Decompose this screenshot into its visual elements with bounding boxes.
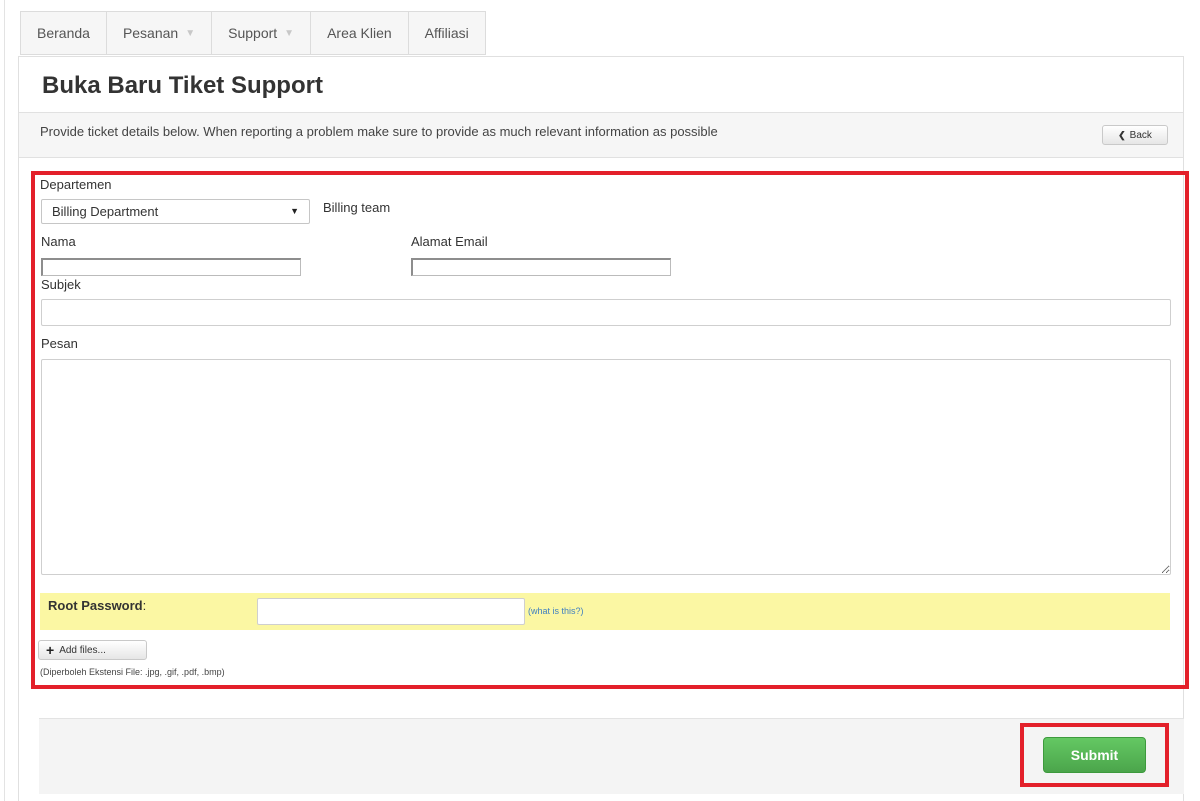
root-password-label: Root Password:: [48, 598, 146, 613]
add-files-button[interactable]: + Add files...: [38, 640, 147, 660]
caret-down-icon: ▼: [284, 27, 295, 39]
root-password-label-text: Root Password: [48, 598, 143, 613]
nav-item-pesanan[interactable]: Pesanan ▼: [105, 11, 213, 55]
add-files-label: Add files...: [59, 644, 106, 656]
name-input[interactable]: [41, 258, 301, 276]
root-password-label-colon: :: [142, 598, 147, 613]
department-selected-value: Billing Department: [52, 204, 159, 219]
form-footer: [39, 718, 1184, 794]
name-label: Nama: [41, 234, 76, 249]
nav-item-beranda[interactable]: Beranda: [20, 11, 107, 55]
top-nav: Beranda Pesanan ▼ Support ▼ Area Klien A…: [20, 11, 486, 55]
chevron-down-icon: ▼: [290, 206, 299, 216]
message-label: Pesan: [41, 336, 78, 351]
page-left-border: [4, 0, 5, 801]
back-button[interactable]: ❮ Back: [1102, 125, 1168, 145]
what-is-this-link[interactable]: (what is this?): [528, 606, 584, 616]
chevron-left-icon: ❮: [1118, 129, 1126, 140]
nav-item-label: Affiliasi: [424, 25, 469, 41]
submit-button[interactable]: Submit: [1043, 737, 1146, 773]
subject-label: Subjek: [41, 277, 81, 292]
department-select[interactable]: Billing Department ▼: [41, 199, 310, 224]
nav-item-area-klien[interactable]: Area Klien: [310, 11, 409, 55]
back-button-label: Back: [1129, 129, 1152, 141]
info-text: Provide ticket details below. When repor…: [40, 124, 718, 139]
nav-item-label: Beranda: [37, 25, 90, 41]
page-title: Buka Baru Tiket Support: [42, 72, 323, 99]
department-label: Departemen: [40, 177, 112, 192]
allowed-extensions-note: (Diperboleh Ekstensi File: .jpg, .gif, .…: [40, 667, 225, 677]
plus-icon: +: [46, 642, 55, 658]
email-label: Alamat Email: [411, 234, 488, 249]
nav-item-label: Pesanan: [122, 25, 179, 41]
nav-item-support[interactable]: Support ▼: [211, 11, 312, 55]
nav-item-label: Support: [228, 25, 278, 41]
root-password-input[interactable]: [257, 598, 525, 625]
caret-down-icon: ▼: [185, 27, 196, 39]
department-description: Billing team: [323, 200, 391, 215]
nav-item-label: Area Klien: [327, 25, 392, 41]
subject-input[interactable]: [41, 299, 1171, 326]
email-input[interactable]: [411, 258, 671, 276]
root-password-row: [40, 593, 1170, 630]
nav-item-affiliasi[interactable]: Affiliasi: [407, 11, 486, 55]
message-textarea[interactable]: [41, 359, 1171, 575]
